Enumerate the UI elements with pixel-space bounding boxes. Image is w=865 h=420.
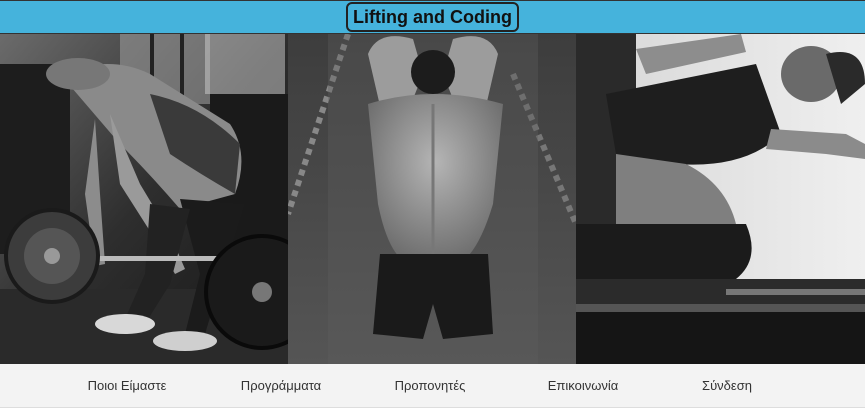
site-header: Lifting and Coding [0, 0, 865, 34]
nav-login[interactable]: Σύνδεση [702, 364, 752, 408]
nav-trainers[interactable]: Προπονητές [395, 364, 466, 408]
site-title[interactable]: Lifting and Coding [346, 2, 519, 32]
pilates-side-stretch-photo [576, 34, 865, 364]
back-stretch-photo [288, 34, 576, 364]
page: Lifting and Coding Ποιοι Είμαστε Προγράμ… [0, 0, 865, 420]
hero-gallery [0, 34, 865, 364]
main-nav: Ποιοι Είμαστε Προγράμματα Προπονητές Επι… [0, 364, 865, 408]
nav-about-us[interactable]: Ποιοι Είμαστε [88, 364, 167, 408]
deadlift-photo [0, 34, 288, 364]
nav-contact[interactable]: Επικοινωνία [548, 364, 619, 408]
nav-programs[interactable]: Προγράμματα [241, 364, 321, 408]
